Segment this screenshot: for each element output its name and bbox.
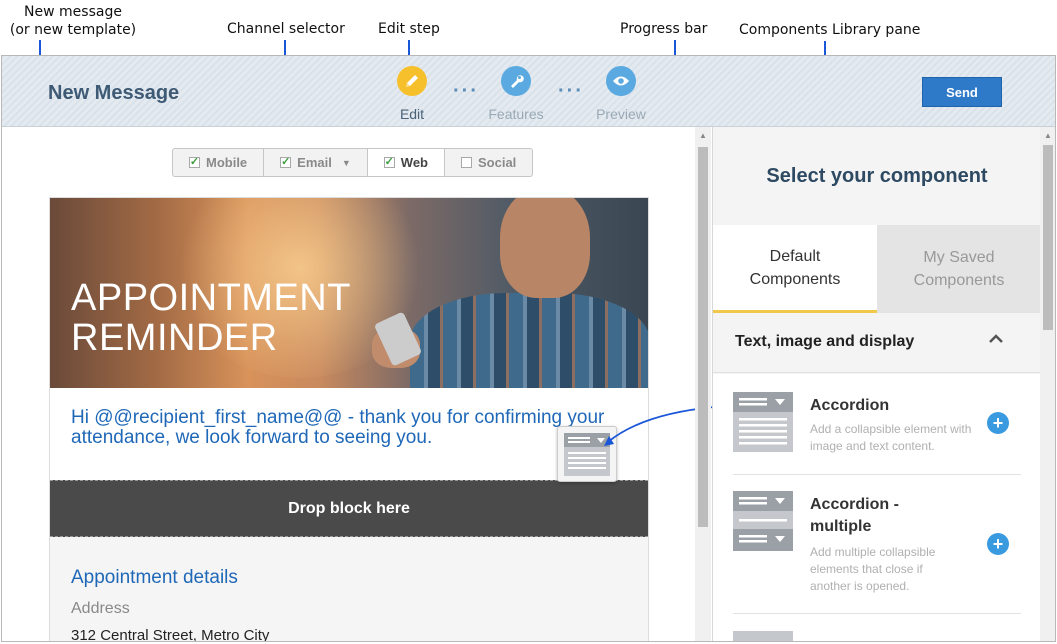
annotation-channel-selector: Channel selector [227, 21, 345, 37]
caret-down-icon[interactable]: ▼ [342, 158, 351, 168]
checkbox-checked-icon: ✓ [383, 156, 395, 168]
hero-image[interactable]: APPOINTMENT REMINDER [50, 198, 648, 388]
tab-my-saved-components[interactable]: My Saved Components [877, 225, 1040, 313]
channel-label: Mobile [206, 155, 248, 170]
library-scrollbar-thumb[interactable] [1043, 145, 1053, 330]
checkbox-checked-icon: ✓ [280, 156, 292, 168]
channel-selector: ✓ Mobile ✓ Email ▼ ✓ Web Social [172, 148, 534, 177]
accordion-multiple-icon [733, 491, 793, 551]
components-library-pane: Select your component Default Components… [712, 127, 1040, 641]
pencil-icon [397, 66, 427, 96]
component-next-thumb [733, 631, 793, 641]
step-features[interactable]: Features [476, 66, 556, 122]
step-label: Preview [596, 106, 646, 122]
email-template: APPOINTMENT REMINDER Hi @@recipient_firs… [49, 197, 649, 642]
hero-title-line: REMINDER [71, 317, 278, 359]
message-editor-window: New Message Edit ··· Features ··· Previe… [1, 55, 1056, 642]
annotation-library-pane: Components Library pane [739, 22, 921, 38]
drop-zone[interactable]: Drop block here [50, 480, 648, 537]
library-tabs: Default Components My Saved Components [713, 225, 1040, 313]
annotation-edit-step: Edit step [378, 21, 440, 37]
annotation-new-message: New message (or new template) [9, 4, 137, 38]
tab-default-components[interactable]: Default Components [713, 225, 877, 313]
send-button[interactable]: Send [922, 77, 1002, 107]
channel-social[interactable]: Social [445, 149, 532, 176]
hero-title[interactable]: APPOINTMENT REMINDER [71, 278, 351, 358]
scroll-up-icon[interactable]: ▲ [695, 127, 711, 143]
component-accordion[interactable]: Accordion Add a collapsible element with… [733, 392, 1021, 475]
eye-icon [606, 66, 636, 96]
scroll-up-icon[interactable]: ▲ [1040, 127, 1055, 143]
channel-label: Social [478, 155, 517, 170]
hero-person-head [500, 198, 590, 298]
component-name: Accordion [810, 397, 890, 414]
component-accordion-multiple[interactable]: Accordion - multiple Add multiple collap… [733, 491, 1021, 614]
step-preview[interactable]: Preview [581, 66, 661, 122]
add-component-icon[interactable]: + [987, 412, 1009, 434]
details-heading: Appointment details [71, 567, 238, 588]
component-description: Add multiple collapsible elements that c… [810, 545, 936, 593]
email-canvas: ✓ Mobile ✓ Email ▼ ✓ Web Social APPOINTM… [2, 127, 695, 642]
accordion-icon [733, 392, 793, 452]
channel-label: Email [297, 155, 332, 170]
hero-person-body [410, 293, 648, 388]
step-label: Features [488, 106, 544, 122]
wrench-icon [501, 66, 531, 96]
checkbox-unchecked-icon [461, 157, 472, 168]
address-label: Address [71, 600, 130, 617]
greeting-text[interactable]: Hi @@recipient_first_name@@ - thank you … [71, 408, 631, 448]
add-component-icon[interactable]: + [987, 533, 1009, 555]
appointment-details-block[interactable]: Appointment details Address 312 Central … [50, 537, 648, 642]
checkbox-checked-icon: ✓ [189, 156, 200, 168]
chevron-up-icon[interactable] [989, 331, 1003, 347]
step-label: Edit [399, 106, 425, 122]
section-text-image-display[interactable]: Text, image and display [713, 313, 1040, 373]
hero-title-line: APPOINTMENT [71, 277, 351, 319]
section-title: Text, image and display [735, 333, 915, 350]
address-value: 312 Central Street, Metro City [71, 627, 270, 642]
channel-email[interactable]: ✓ Email ▼ [264, 149, 368, 176]
canvas-scrollbar-thumb[interactable] [698, 147, 708, 527]
component-list: Accordion Add a collapsible element with… [713, 374, 1040, 641]
channel-label: Web [400, 155, 428, 170]
channel-web[interactable]: ✓ Web [367, 149, 445, 176]
component-description: Add a collapsible element with image and… [810, 422, 972, 453]
page-title: New Message [48, 82, 180, 104]
top-bar: New Message Edit ··· Features ··· Previe… [2, 56, 1055, 127]
canvas-scrollbar[interactable]: ▲ [695, 127, 711, 641]
step-edit[interactable]: Edit [372, 66, 452, 122]
library-scrollbar[interactable]: ▲ [1040, 127, 1055, 641]
library-title: Select your component [766, 165, 988, 187]
channel-mobile[interactable]: ✓ Mobile [173, 149, 265, 176]
annotation-progress-bar: Progress bar [620, 21, 708, 37]
component-name: Accordion - multiple [810, 496, 899, 535]
